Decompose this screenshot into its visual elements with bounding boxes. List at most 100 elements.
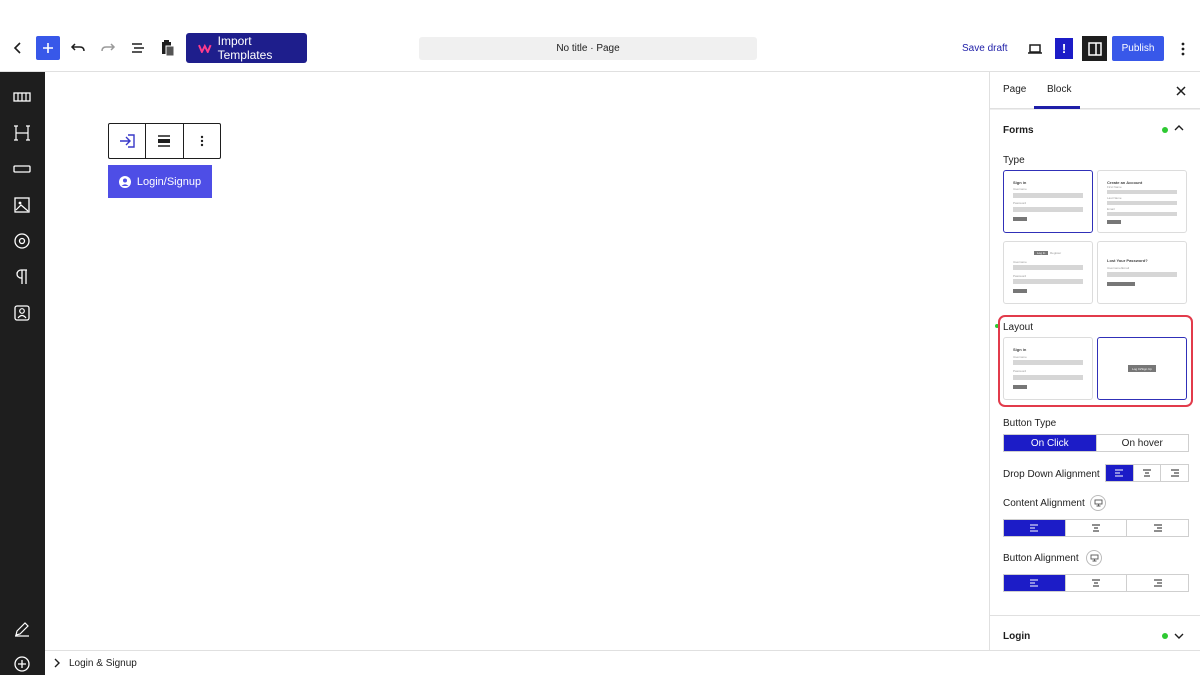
close-icon[interactable] — [1174, 84, 1188, 98]
sidebar-item-columns[interactable] — [11, 86, 33, 108]
login-signup-button[interactable]: Login/Signup — [108, 165, 212, 198]
align-right-icon — [1153, 579, 1162, 587]
align-left-option[interactable] — [1004, 520, 1066, 536]
align-center-icon — [1092, 524, 1100, 532]
chevron-down-icon[interactable] — [1174, 632, 1184, 640]
options-menu-button[interactable] — [1170, 36, 1195, 61]
document-overview-button[interactable] — [124, 34, 152, 62]
align-center-icon — [1143, 469, 1151, 477]
forms-section-title[interactable]: Forms — [1003, 125, 1034, 136]
card-field-label: Username — [1013, 187, 1027, 191]
align-center-option[interactable] — [1066, 520, 1128, 536]
publish-label: Publish — [1121, 43, 1155, 54]
panel-tabs: Page Block — [990, 72, 1200, 109]
type-card-tabs[interactable]: Log In Register Username Password — [1003, 241, 1093, 304]
card-field — [1107, 190, 1177, 194]
sidebar-item-edit[interactable] — [11, 618, 33, 640]
clipboard-button[interactable] — [154, 34, 182, 62]
device-toggle[interactable] — [1090, 495, 1106, 511]
chevron-right-icon — [54, 658, 60, 668]
card-button — [1107, 282, 1135, 286]
align-right-icon — [1170, 469, 1179, 477]
card-field-label: Password — [1013, 274, 1027, 278]
device-toggle[interactable] — [1086, 550, 1102, 566]
dropdown-alignment-label: Drop Down Alignment — [1003, 469, 1100, 480]
publish-button[interactable]: Publish — [1112, 36, 1164, 61]
option-on-click[interactable]: On Click — [1004, 435, 1097, 451]
sidebar-item-add[interactable] — [11, 653, 33, 675]
sidebar-icon — [1087, 41, 1102, 56]
align-center-option[interactable] — [1066, 575, 1128, 591]
card-field — [1107, 272, 1177, 277]
sidebar-item-paragraph[interactable] — [11, 266, 33, 288]
align-right-option[interactable] — [1127, 520, 1188, 536]
login-section-title[interactable]: Login — [1003, 631, 1030, 642]
save-draft-button[interactable]: Save draft — [962, 43, 1008, 54]
option-label: On Click — [1030, 437, 1069, 449]
align-center-option[interactable] — [1134, 465, 1162, 481]
card-tab: Register — [1050, 251, 1062, 255]
align-wide-icon — [158, 135, 171, 147]
button-alignment-toggle — [1003, 574, 1189, 592]
columns-icon — [13, 92, 31, 102]
divider — [990, 109, 1200, 110]
align-button[interactable] — [146, 124, 184, 158]
align-right-icon — [1153, 524, 1162, 532]
block-options-button[interactable] — [184, 124, 220, 158]
button-icon — [13, 165, 31, 173]
notice-button[interactable]: ! — [1055, 38, 1073, 59]
block-sidebar — [0, 72, 45, 675]
card-title: Lost Your Password? — [1107, 258, 1148, 263]
type-card-lost-password[interactable]: Lost Your Password? Username/Email — [1097, 241, 1187, 304]
undo-icon — [70, 43, 85, 52]
undo-button[interactable] — [64, 34, 92, 62]
button-type-toggle: On Click On hover — [1003, 434, 1189, 452]
align-right-option[interactable] — [1161, 465, 1188, 481]
desktop-icon — [1094, 499, 1102, 507]
add-block-button[interactable] — [36, 36, 60, 60]
preview-button[interactable] — [1022, 36, 1047, 61]
card-field-label: Password — [1013, 201, 1027, 205]
button-alignment-label: Button Alignment — [1003, 553, 1079, 564]
card-field — [1107, 212, 1177, 216]
back-button[interactable] — [4, 34, 32, 62]
import-templates-button[interactable]: Import Templates — [186, 33, 307, 63]
sidebar-item-button[interactable] — [11, 158, 33, 180]
align-left-icon — [1115, 469, 1124, 477]
tab-page[interactable]: Page — [1003, 84, 1026, 95]
settings-sidebar-toggle[interactable] — [1082, 36, 1107, 61]
align-center-icon — [1092, 579, 1100, 587]
card-field-label: First Name — [1107, 185, 1122, 189]
tab-block[interactable]: Block — [1047, 84, 1071, 95]
plus-icon — [43, 43, 53, 53]
type-card-signin[interactable]: Sign in Username Password — [1003, 170, 1093, 233]
sidebar-item-image[interactable] — [11, 194, 33, 216]
type-label: Type — [1003, 155, 1025, 166]
card-button — [1107, 220, 1121, 224]
block-type-button[interactable] — [109, 124, 147, 158]
option-on-hover[interactable]: On hover — [1097, 435, 1189, 451]
redo-button[interactable] — [94, 34, 122, 62]
exclamation-icon: ! — [1061, 41, 1067, 56]
align-right-option[interactable] — [1127, 575, 1188, 591]
dropdown-alignment-toggle — [1105, 464, 1189, 482]
document-title-bar[interactable]: No title · Page — [419, 37, 757, 60]
option-label: On hover — [1121, 437, 1163, 449]
chevron-up-icon[interactable] — [1174, 124, 1184, 132]
sidebar-item-heading[interactable] — [11, 122, 33, 144]
card-field-label: Username/Email — [1107, 266, 1130, 270]
document-title: No title · Page — [556, 43, 620, 54]
card-field-label: Email — [1107, 207, 1115, 211]
align-left-option[interactable] — [1004, 575, 1066, 591]
target-icon — [14, 233, 30, 249]
align-left-option[interactable] — [1106, 465, 1134, 481]
sidebar-item-target[interactable] — [11, 230, 33, 252]
layout-highlight-box — [998, 315, 1193, 407]
import-templates-label: Import Templates — [217, 34, 273, 62]
card-field — [1013, 193, 1083, 198]
type-card-register[interactable]: Create an Account First Name Last Name E… — [1097, 170, 1187, 233]
sidebar-item-login[interactable] — [11, 302, 33, 324]
breadcrumb-item[interactable]: Login & Signup — [69, 658, 137, 669]
align-left-icon — [1030, 524, 1039, 532]
block-breadcrumb: Login & Signup — [45, 650, 1200, 675]
